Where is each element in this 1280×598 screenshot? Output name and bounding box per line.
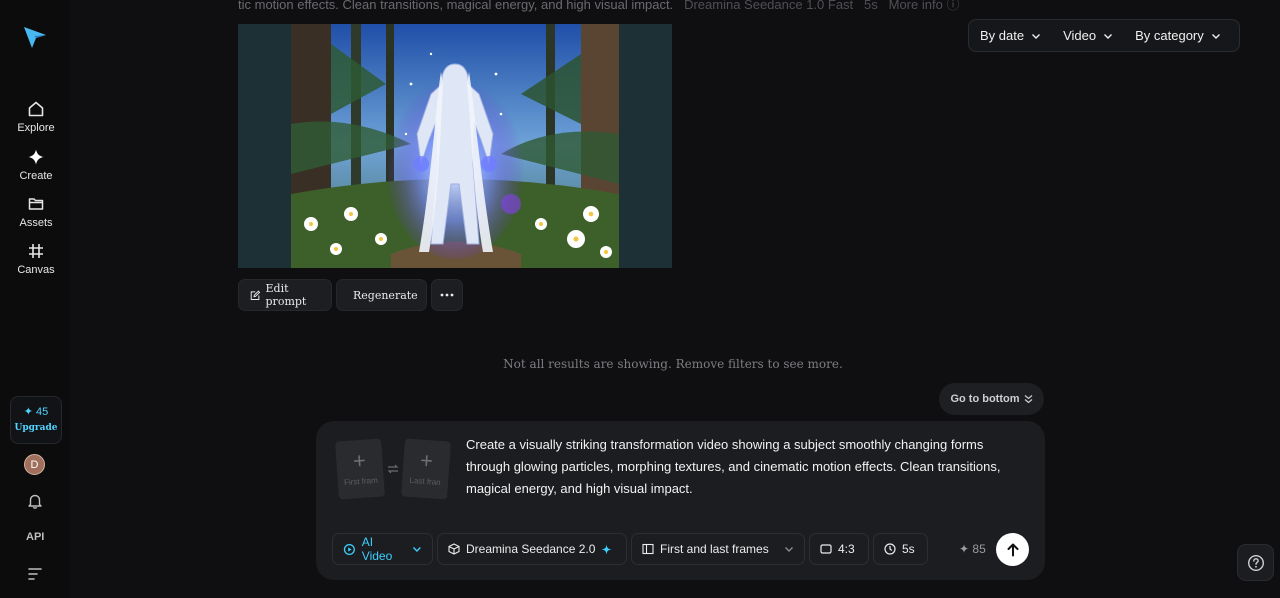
- frames-mode-selector[interactable]: First and last frames: [631, 533, 805, 565]
- prompt-input[interactable]: Create a visually striking transformatio…: [466, 434, 1026, 500]
- info-icon: ⓘ: [946, 0, 960, 12]
- mode-selector[interactable]: AI Video: [332, 533, 433, 565]
- chevron-down-icon: [413, 547, 422, 552]
- filter-video[interactable]: Video: [1052, 20, 1124, 51]
- aspect-ratio-icon: [820, 544, 832, 554]
- edit-prompt-button[interactable]: Edit prompt: [238, 279, 332, 311]
- prompt-composer: + First fram + Last fran Create a visual…: [316, 421, 1045, 580]
- double-chevron-down-icon: [1024, 395, 1032, 404]
- previous-prompt-tail: tic motion effects. Clean transitions, m…: [238, 0, 959, 13]
- sidebar-item-label: Explore: [17, 122, 55, 134]
- plus-icon: +: [352, 447, 367, 474]
- avatar[interactable]: D: [24, 454, 45, 475]
- more-info-link[interactable]: More info: [889, 0, 943, 12]
- more-options-button[interactable]: [431, 279, 463, 311]
- go-to-bottom-button[interactable]: Go to bottom: [939, 383, 1044, 415]
- question-icon: [1247, 554, 1264, 571]
- credits-count: ✦ 45: [23, 406, 49, 418]
- sidebar-item-assets[interactable]: Assets: [0, 195, 72, 229]
- regenerate-button[interactable]: Regenerate: [336, 279, 427, 311]
- aspect-ratio-selector[interactable]: 4:3: [809, 533, 869, 565]
- sidebar-item-label: Create: [19, 170, 53, 182]
- upgrade-link[interactable]: Upgrade: [11, 423, 61, 433]
- clock-icon: [884, 543, 896, 555]
- generated-video-frame: [291, 24, 619, 268]
- duration: 5s: [864, 0, 878, 12]
- create-diamond-icon: [28, 149, 44, 165]
- sidebar-item-explore[interactable]: Explore: [0, 100, 72, 134]
- chevron-down-icon: [1032, 33, 1041, 39]
- filter-by-date[interactable]: By date: [969, 20, 1052, 51]
- folder-icon: [28, 198, 44, 210]
- last-frame-upload[interactable]: + Last fran: [401, 438, 451, 500]
- plus-icon: +: [419, 447, 434, 474]
- sidebar-item-canvas[interactable]: Canvas: [0, 242, 72, 276]
- swap-icon[interactable]: [387, 463, 399, 475]
- filter-by-category[interactable]: By category: [1124, 20, 1232, 51]
- duration-selector[interactable]: 5s: [873, 533, 928, 565]
- sidebar-item-label: Assets: [19, 217, 53, 229]
- more-dots-icon: [440, 293, 454, 297]
- menu-icon[interactable]: [28, 567, 42, 581]
- ai-video-icon: [343, 543, 355, 555]
- cube-icon: [448, 543, 460, 555]
- canvas-grid-icon: [29, 244, 43, 258]
- edit-icon: [250, 290, 261, 300]
- sparkle-icon: [601, 544, 612, 554]
- first-frame-upload[interactable]: + First fram: [335, 438, 385, 500]
- sidebar-item-label: Canvas: [17, 264, 55, 276]
- filter-notice: Not all results are showing. Remove filt…: [503, 357, 843, 371]
- arrow-up-icon: [1007, 543, 1018, 556]
- video-preview[interactable]: [238, 24, 672, 268]
- sidebar-item-create[interactable]: Create: [0, 148, 72, 182]
- frames-icon: [642, 543, 654, 555]
- help-button[interactable]: [1237, 544, 1274, 581]
- chevron-down-icon: [785, 547, 793, 552]
- api-link[interactable]: API: [26, 531, 44, 543]
- logo-icon[interactable]: [22, 24, 48, 50]
- sidebar: Explore Create Assets Canvas ✦ 45 Upgrad…: [0, 0, 70, 598]
- generate-button[interactable]: [996, 533, 1029, 566]
- home-icon: [28, 101, 44, 117]
- bell-icon[interactable]: [26, 492, 44, 510]
- chevron-down-icon: [1211, 33, 1220, 39]
- model-selector[interactable]: Dreamina Seedance 2.0: [437, 533, 627, 565]
- chevron-down-icon: [1104, 33, 1113, 39]
- credit-cost: ✦ 85: [959, 542, 986, 556]
- model-name: Dreamina Seedance 1.0 Fast: [684, 0, 854, 12]
- credits-box[interactable]: ✦ 45 Upgrade: [10, 396, 62, 444]
- filter-bar: By date Video By category: [968, 19, 1240, 52]
